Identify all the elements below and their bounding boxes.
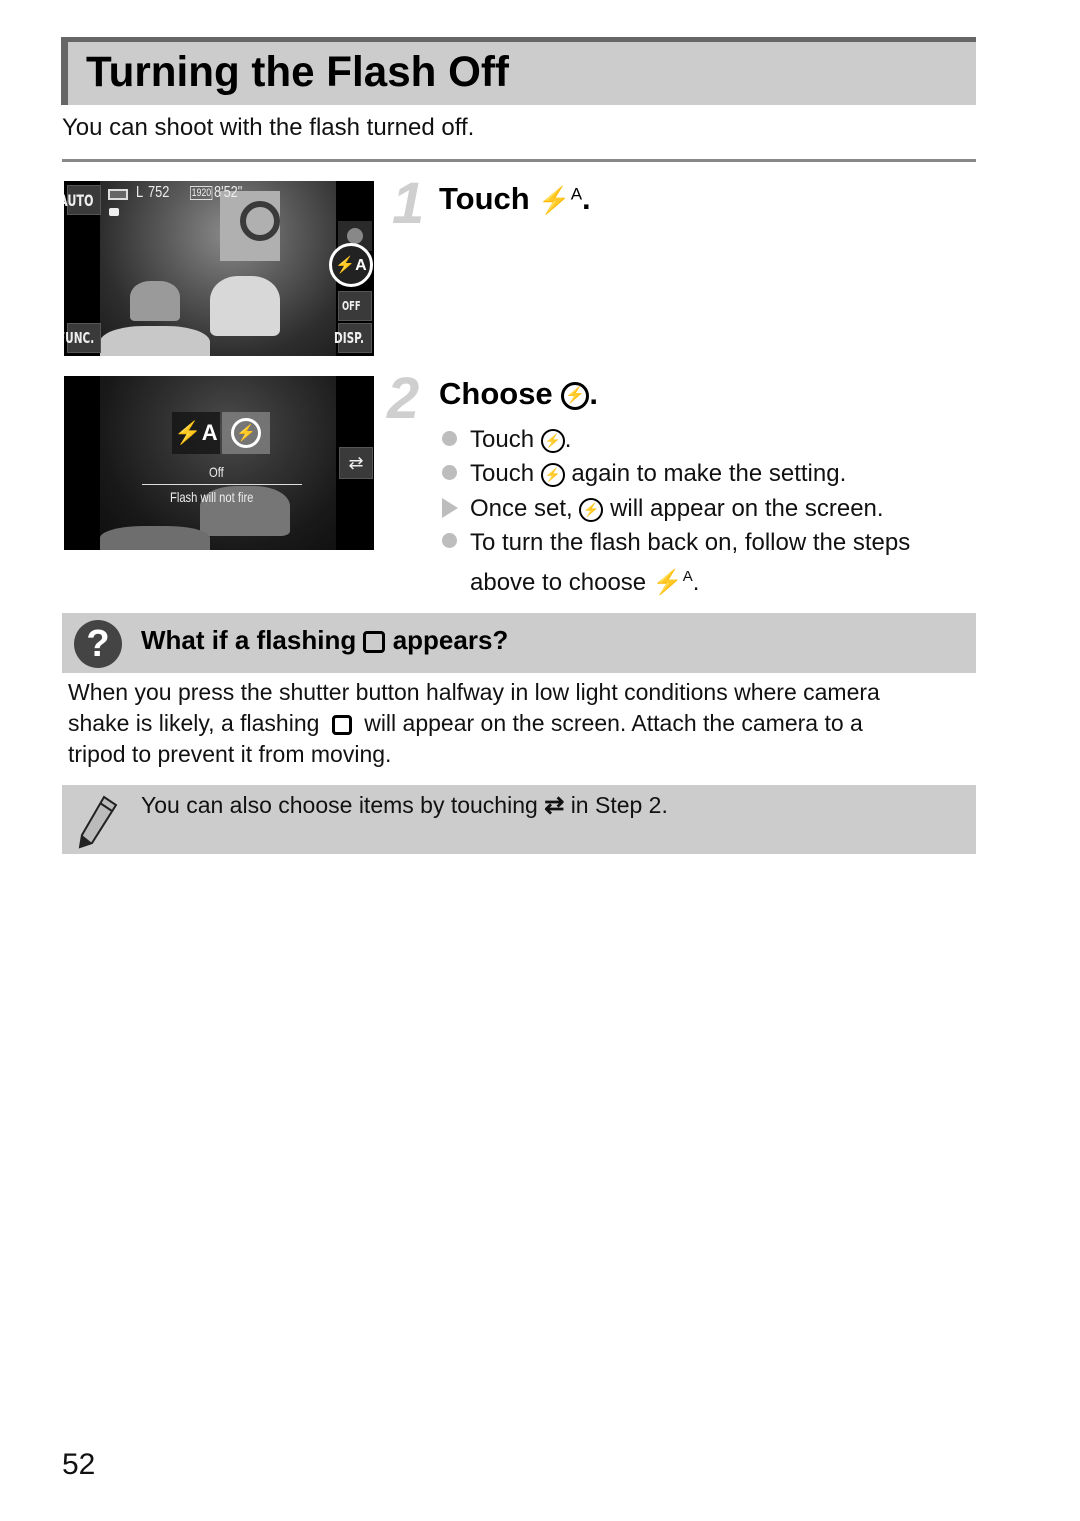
bullet-dot xyxy=(442,465,457,480)
flash-off-icon: ⚡ xyxy=(579,497,604,522)
divider xyxy=(62,159,976,162)
menu-divider xyxy=(142,484,302,485)
faq-body: When you press the shutter button halfwa… xyxy=(68,679,880,767)
shutter-dot-icon xyxy=(347,228,363,244)
touch-shutter-button[interactable]: OFF xyxy=(338,291,372,321)
faq-title: What if a flashing appears? xyxy=(141,625,509,655)
record-time: 8'52" xyxy=(214,184,243,201)
intro-text: You can shoot with the flash turned off. xyxy=(62,114,475,141)
bullet-dot xyxy=(442,431,457,446)
video-quality: 1920 xyxy=(190,186,213,200)
battery-icon xyxy=(108,189,128,200)
flash-off-icon: ⚡ xyxy=(231,418,261,448)
step-1-title: Touch ⚡A. xyxy=(439,181,591,216)
question-icon: ? xyxy=(74,620,122,668)
flash-mode-button[interactable]: ⚡A xyxy=(329,243,373,287)
func-button[interactable]: FUNC. xyxy=(64,323,101,353)
toggle-button[interactable]: ⇄ xyxy=(339,447,373,479)
result-arrow xyxy=(442,498,458,518)
flash-off-icon: ⚡ xyxy=(540,462,565,487)
page-title: Turning the Flash Off xyxy=(86,48,509,96)
camera-mode-icon xyxy=(109,208,119,216)
flash-auto-option[interactable]: ⚡A xyxy=(172,412,220,454)
image-size: L xyxy=(136,184,144,201)
note-text: You can also choose items by touching ⇄ … xyxy=(141,792,668,819)
disp-button[interactable]: DISP. xyxy=(334,323,372,353)
flash-off-icon: ⚡ xyxy=(540,428,565,453)
pencil-icon xyxy=(78,795,118,849)
step-2-bullet-1: Touch ⚡. xyxy=(470,426,572,453)
step-2-bullet-4: To turn the flash back on, follow the st… xyxy=(470,529,911,596)
camera-screen-shooting: AUTO L 752 1920 8'52" ⚡A OFF FUNC. DISP. xyxy=(64,181,374,356)
camera-shake-icon xyxy=(331,714,352,735)
selected-option-description: Flash will not fire xyxy=(170,489,254,505)
toggle-icon: ⇄ xyxy=(348,452,364,473)
faq-header: ? What if a flashing appears? xyxy=(62,613,976,673)
camera-screen-flash-menu: ⚡A ⚡ Off Flash will not fire ⇄ xyxy=(64,376,374,550)
bullet-dot xyxy=(442,533,457,548)
mode-auto-button[interactable]: AUTO xyxy=(64,185,101,215)
step-2-bullet-2: Touch ⚡ again to make the setting. xyxy=(470,460,847,487)
title-bar: Turning the Flash Off xyxy=(61,37,976,105)
selected-option-name: Off xyxy=(209,464,224,480)
step-number: 1 xyxy=(392,171,425,236)
step-2-title: Choose ⚡. xyxy=(439,376,598,411)
toggle-icon: ⇄ xyxy=(544,792,565,819)
flash-auto-icon: ⚡A xyxy=(335,257,367,274)
flash-off-option[interactable]: ⚡ xyxy=(222,412,270,454)
flash-off-icon: ⚡ xyxy=(561,381,590,410)
flash-auto-icon: ⚡A xyxy=(652,568,693,596)
scene-photo xyxy=(100,181,336,356)
step-number: 2 xyxy=(387,366,420,431)
dim-overlay xyxy=(100,376,336,550)
step-2-bullet-3: Once set, ⚡ will appear on the screen. xyxy=(470,495,884,522)
note-box: You can also choose items by touching ⇄ … xyxy=(62,785,976,854)
camera-shake-icon xyxy=(363,631,386,654)
flash-auto-icon: ⚡A xyxy=(174,420,218,445)
page-number: 52 xyxy=(62,1448,96,1481)
flash-auto-icon: ⚡A xyxy=(538,184,583,215)
shots-remaining: 752 xyxy=(148,184,170,201)
